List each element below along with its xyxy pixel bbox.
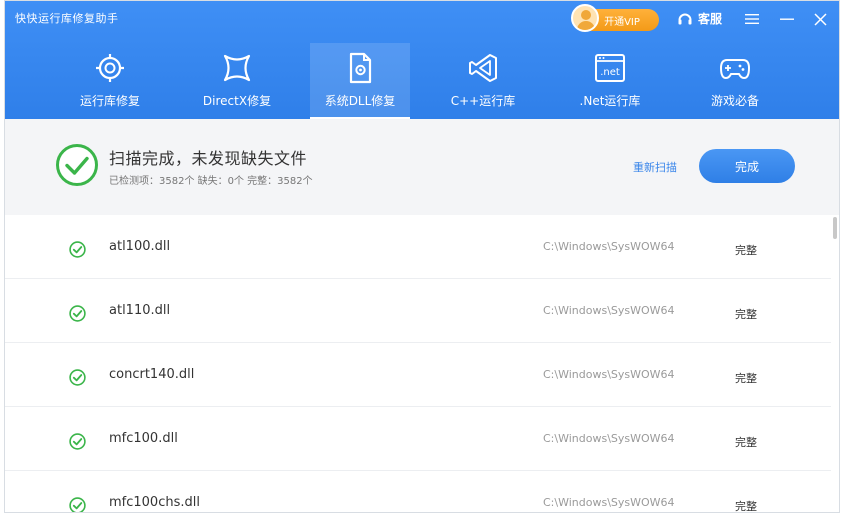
check-icon	[69, 433, 86, 450]
service-label: 客服	[698, 12, 723, 26]
list-item: atl110.dll C:\Windows\SysWOW64 完整	[5, 279, 831, 343]
rescan-link[interactable]: 重新扫描	[633, 159, 677, 175]
tab-cpp-runtime[interactable]: C++运行库	[433, 43, 533, 119]
menu-icon	[745, 14, 759, 24]
dotnet-icon: .net	[593, 51, 627, 85]
success-check-icon	[56, 144, 98, 186]
check-icon	[69, 369, 86, 386]
file-path: C:\Windows\SysWOW64	[543, 432, 675, 445]
tab-directx-repair[interactable]: DirectX修复	[187, 43, 287, 119]
tab-label: C++运行库	[450, 94, 516, 108]
minimize-button[interactable]	[776, 9, 798, 29]
check-icon	[69, 305, 86, 322]
scan-summary: 已检测项：3582个 缺失：0个 完整：3582个	[109, 176, 313, 187]
tab-label: 系统DLL修复	[324, 94, 396, 108]
service-button[interactable]: 客服	[677, 10, 722, 27]
tab-system-dll-repair[interactable]: 系统DLL修复	[310, 43, 410, 119]
list-item: mfc100chs.dll C:\Windows\SysWOW64 完整	[5, 471, 831, 513]
close-icon	[813, 12, 827, 26]
file-status: 完整	[735, 436, 757, 449]
title-bar: 快快运行库修复助手 开通VIP 客服 运行库修复 DirectX修复 系统DLL…	[5, 1, 839, 119]
file-path: C:\Windows\SysWOW64	[543, 496, 675, 509]
dll-icon	[343, 51, 377, 85]
tab-label: .Net运行库	[579, 94, 641, 108]
file-status: 完整	[735, 372, 757, 385]
file-path: C:\Windows\SysWOW64	[543, 368, 675, 381]
scrollbar-thumb[interactable]	[833, 217, 837, 239]
app-window: 快快运行库修复助手 开通VIP 客服 运行库修复 DirectX修复 系统DLL…	[4, 0, 840, 513]
tab-label: 运行库修复	[79, 94, 140, 108]
file-name: atl100.dll	[109, 239, 171, 254]
avatar	[571, 4, 599, 32]
cpp-icon	[466, 51, 500, 85]
dll-file-list: atl100.dll C:\Windows\SysWOW64 完整 atl110…	[5, 215, 831, 513]
tab-label: 游戏必备	[710, 94, 759, 108]
directx-icon	[220, 51, 254, 85]
dotnet-icon-text: .net	[600, 67, 620, 78]
list-item: atl100.dll C:\Windows\SysWOW64 完整	[5, 215, 831, 279]
headset-icon	[678, 13, 692, 24]
app-title: 快快运行库修复助手	[15, 12, 119, 25]
main-tabs: 运行库修复 DirectX修复 系统DLL修复 C++运行库 .net .Net…	[5, 43, 839, 119]
tab-label: DirectX修复	[202, 94, 272, 108]
file-status: 完整	[735, 244, 757, 257]
file-status: 完整	[735, 500, 757, 513]
minimize-icon	[780, 18, 794, 20]
file-status: 完整	[735, 308, 757, 321]
tab-game-essentials[interactable]: 游戏必备	[685, 43, 785, 119]
menu-button[interactable]	[741, 9, 763, 29]
gamepad-icon	[718, 51, 752, 85]
repair-icon	[93, 51, 127, 85]
list-item: mfc100.dll C:\Windows\SysWOW64 完整	[5, 407, 831, 471]
tab-runtime-repair[interactable]: 运行库修复	[60, 43, 160, 119]
tab-dotnet-runtime[interactable]: .net .Net运行库	[560, 43, 660, 119]
file-name: atl110.dll	[109, 303, 171, 318]
file-path: C:\Windows\SysWOW64	[543, 304, 675, 317]
check-icon	[69, 497, 86, 512]
close-button[interactable]	[809, 9, 831, 29]
check-icon	[69, 241, 86, 258]
done-button[interactable]: 完成	[699, 149, 795, 183]
file-name: mfc100chs.dll	[109, 495, 200, 510]
list-item: concrt140.dll C:\Windows\SysWOW64 完整	[5, 343, 831, 407]
file-name: mfc100.dll	[109, 431, 178, 446]
scan-status-panel: 扫描完成，未发现缺失文件 已检测项：3582个 缺失：0个 完整：3582个 重…	[5, 119, 839, 215]
vip-button[interactable]: 开通VIP	[571, 4, 659, 32]
file-path: C:\Windows\SysWOW64	[543, 240, 675, 253]
vip-label: 开通VIP	[604, 16, 640, 28]
scan-result-title: 扫描完成，未发现缺失文件	[109, 149, 308, 168]
list-scrollbar[interactable]	[831, 215, 839, 512]
file-name: concrt140.dll	[109, 367, 195, 382]
